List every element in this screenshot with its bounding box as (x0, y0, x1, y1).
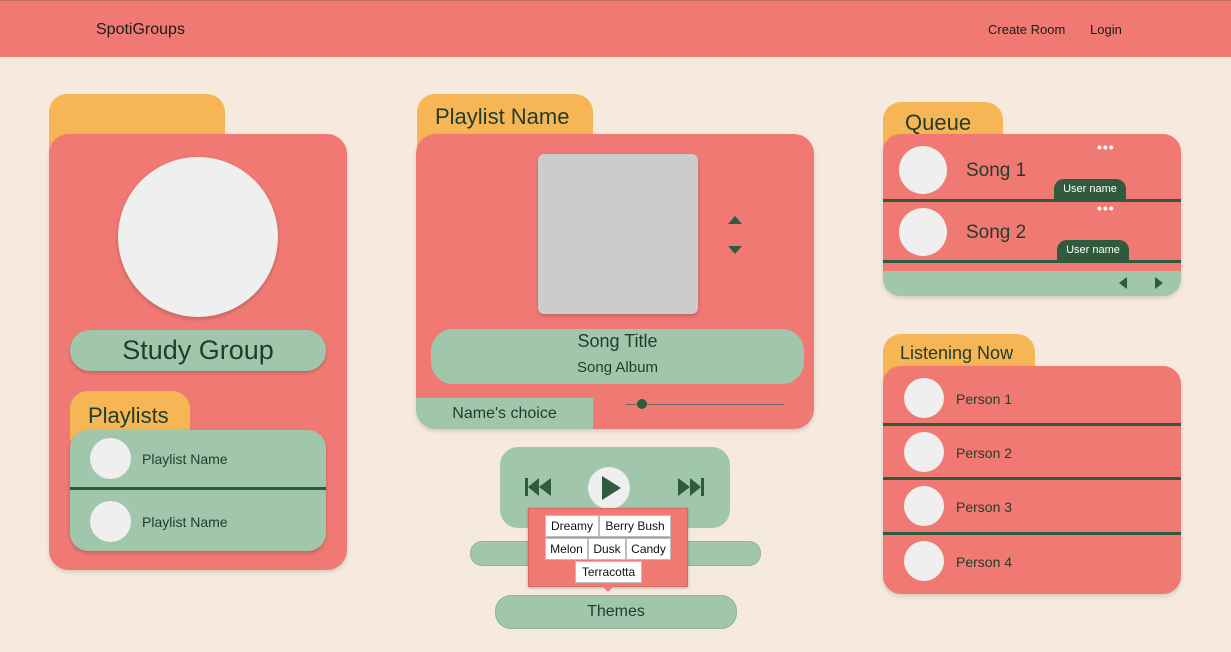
listener-avatar (904, 486, 944, 526)
progress-track[interactable] (626, 404, 784, 405)
login-link[interactable]: Login (1090, 22, 1122, 37)
playlist-title: Playlist Name (435, 104, 570, 129)
listener-name: Person 1 (956, 391, 1013, 407)
navbar: SpotiGroups Create Room Login (0, 0, 1231, 57)
themes-popover: Dreamy Berry Bush Melon Dusk Candy Terra… (528, 508, 688, 592)
playlist-item[interactable]: Playlist Name (70, 490, 326, 551)
listener-avatar (904, 432, 944, 472)
playlist-thumbnail (90, 438, 131, 479)
theme-option-dreamy[interactable]: Dreamy (545, 515, 599, 537)
theme-option-terracotta[interactable]: Terracotta (575, 561, 642, 583)
queue-song-title: Song 2 (966, 222, 1027, 243)
playlist-thumbnail (90, 501, 131, 542)
listener-name: Person 2 (956, 445, 1013, 461)
queue-next-icon[interactable] (1154, 276, 1164, 290)
listener-item: Person 2 (883, 426, 1181, 477)
brand-logo[interactable]: SpotiGroups (96, 21, 185, 39)
theme-option-melon[interactable]: Melon (545, 538, 588, 560)
popover-arrow (602, 586, 614, 592)
listening-card: Person 1 Person 2 Person 3 Person 4 (883, 366, 1181, 594)
theme-option-dusk[interactable]: Dusk (588, 538, 626, 560)
listener-item: Person 1 (883, 366, 1181, 423)
song-album: Song Album (577, 359, 658, 376)
themes-button[interactable]: Themes (495, 595, 737, 629)
playlists-list: Playlist Name Playlist Name (70, 430, 326, 551)
user-badge: User name (1057, 240, 1129, 260)
caret-down-icon[interactable] (727, 242, 743, 254)
listener-item: Person 4 (883, 535, 1181, 594)
caret-up-icon[interactable] (727, 212, 743, 224)
playlist-item-label: Playlist Name (142, 451, 228, 467)
queue-prev-icon[interactable] (1118, 276, 1128, 290)
song-title: Song Title (577, 331, 658, 351)
previous-icon[interactable] (524, 475, 552, 499)
group-name: Study Group (70, 330, 326, 371)
playlist-item[interactable]: Playlist Name (70, 430, 326, 487)
playlists-title: Playlists (88, 403, 169, 428)
group-avatar (118, 157, 278, 317)
queue-song-title: Song 1 (966, 160, 1027, 181)
song-thumbnail (899, 208, 947, 256)
queue-pagination (883, 271, 1181, 296)
album-art (538, 154, 698, 314)
listener-avatar (904, 378, 944, 418)
song-info: Song Title Song Album (431, 329, 804, 384)
more-options-icon[interactable]: ••• (1097, 200, 1115, 216)
queue-item[interactable]: Song 2 ••• User name (883, 200, 1181, 260)
more-options-icon[interactable]: ••• (1097, 139, 1115, 155)
chooser-label: Name's choice (416, 398, 593, 429)
queue-card: Song 1 ••• User name Song 2 ••• User nam… (883, 134, 1181, 296)
listener-item: Person 3 (883, 480, 1181, 532)
listener-avatar (904, 541, 944, 581)
user-badge: User name (1054, 179, 1126, 199)
queue-title: Queue (905, 110, 972, 135)
play-icon (602, 476, 621, 500)
divider (883, 260, 1181, 263)
play-button[interactable] (588, 467, 630, 509)
create-room-link[interactable]: Create Room (988, 22, 1065, 37)
player-card: Song Title Song Album Name's choice (416, 134, 814, 429)
song-thumbnail (899, 146, 947, 194)
theme-option-berry-bush[interactable]: Berry Bush (599, 515, 671, 537)
listener-name: Person 4 (956, 554, 1013, 570)
theme-option-candy[interactable]: Candy (626, 538, 671, 560)
listener-name: Person 3 (956, 499, 1013, 515)
progress-handle[interactable] (636, 399, 647, 409)
group-card: Study Group Playlists Playlist Name Play… (49, 134, 347, 570)
next-icon[interactable] (677, 475, 705, 499)
listening-title: Listening Now (900, 343, 1014, 363)
playlist-item-label: Playlist Name (142, 514, 228, 530)
queue-item[interactable]: Song 1 ••• User name (883, 134, 1181, 199)
